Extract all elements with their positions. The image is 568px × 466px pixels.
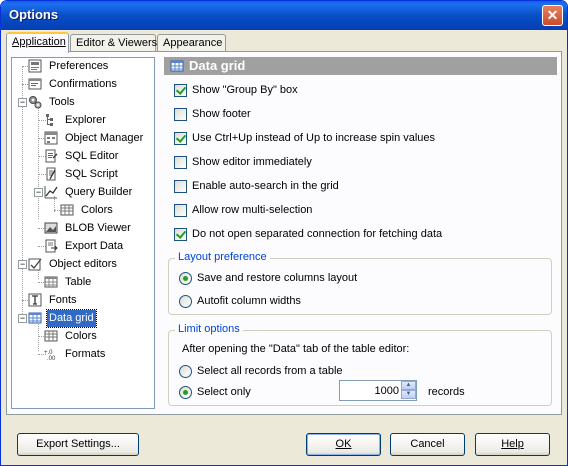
colors-icon <box>60 204 74 216</box>
object-manager-icon <box>44 131 58 145</box>
tree-item-label: Query Builder <box>65 186 133 198</box>
query-builder-icon <box>44 186 58 199</box>
radio-dot[interactable] <box>179 365 192 378</box>
tree-item-label: Tools <box>49 96 75 108</box>
tree-item-label: Fonts <box>49 294 77 306</box>
checkbox-label: Enable auto-search in the grid <box>192 180 339 192</box>
colors-icon <box>44 330 58 342</box>
radio-label: Autofit column widths <box>197 295 301 307</box>
tree-item-label: Formats <box>65 348 106 360</box>
tree-item-label: BLOB Viewer <box>65 222 131 234</box>
explorer-icon <box>46 114 53 126</box>
confirmations-icon <box>28 78 42 90</box>
record-count-input[interactable] <box>341 382 401 399</box>
tree-item-label: Table <box>65 276 92 288</box>
cancel-button[interactable]: Cancel <box>390 433 465 456</box>
radio-dot[interactable] <box>179 386 192 399</box>
close-button[interactable]: ✕ <box>542 5 563 26</box>
tree-item-label: Data grid <box>46 309 97 328</box>
export-data-icon <box>45 239 58 253</box>
checkbox-box[interactable] <box>174 204 187 217</box>
cancel-label: Cancel <box>410 438 445 450</box>
close-icon: ✕ <box>546 7 559 23</box>
tools-icon <box>29 96 42 109</box>
tree-item-label: Object editors <box>49 258 117 270</box>
preferences-icon <box>28 59 42 73</box>
checkbox-label: Show "Group By" box <box>192 84 298 96</box>
spin-down-icon[interactable]: ▼ <box>401 390 416 399</box>
checkbox-box[interactable] <box>174 180 187 193</box>
checkbox-label: Show footer <box>192 108 251 120</box>
records-label: records <box>428 386 465 398</box>
data-grid-icon <box>28 312 42 324</box>
checkbox-label: Use Ctrl+Up instead of Up to increase sp… <box>192 132 436 144</box>
radio-dot[interactable] <box>179 295 192 308</box>
tab-appearance-label: Appearance <box>163 37 223 49</box>
table-icon <box>44 276 58 288</box>
export-settings-label: Export Settings... <box>36 438 120 450</box>
blob-viewer-icon <box>44 222 58 234</box>
tree-item-label: Confirmations <box>49 78 117 90</box>
tree-item-label: Export Data <box>65 240 124 252</box>
tab-editor-viewers-label: Editor & Viewers <box>76 37 158 49</box>
data-grid-collapse-toggle[interactable]: − <box>18 314 27 323</box>
checkbox-box[interactable] <box>174 228 187 241</box>
pane-header: Data grid <box>164 57 557 75</box>
layout-preference-group: Layout preference Save and restore colum… <box>168 251 552 315</box>
checkbox-label: Show editor immediately <box>192 156 312 168</box>
svg-text:.00: .00 <box>47 356 56 361</box>
help-button[interactable]: Help <box>475 433 550 456</box>
tree-item-label: SQL Editor <box>65 150 119 162</box>
tab-application-label: Application <box>12 36 66 48</box>
checkbox-box[interactable] <box>174 84 187 97</box>
ok-button[interactable]: OK <box>306 433 381 456</box>
pane-title: Data grid <box>189 58 246 73</box>
tree-item-label: Object Manager <box>65 132 144 144</box>
tree-item-label: SQL Script <box>65 168 118 180</box>
fonts-icon <box>28 293 42 307</box>
data-grid-icon <box>170 60 184 72</box>
object-editors-collapse-toggle[interactable]: − <box>18 260 27 269</box>
tab-application[interactable]: Application <box>6 32 69 53</box>
radio-dot[interactable] <box>179 272 192 285</box>
limit-options-title: Limit options <box>175 323 243 335</box>
sql-script-icon <box>46 167 56 181</box>
limit-description: After opening the "Data" tab of the tabl… <box>182 343 410 355</box>
tab-panel: − − − − Preferences Confirmations Tools … <box>6 51 562 415</box>
help-label: Help <box>501 438 524 450</box>
query-builder-collapse-toggle[interactable]: − <box>34 188 43 197</box>
tree-item-label: Explorer <box>65 114 106 126</box>
ok-label: OK <box>335 438 352 450</box>
tree-item-label: Preferences <box>49 60 109 72</box>
options-tree[interactable]: − − − − Preferences Confirmations Tools … <box>11 57 155 409</box>
tab-appearance[interactable]: Appearance <box>157 34 226 52</box>
checkbox-label: Do not open separated connection for fet… <box>192 228 443 240</box>
checkbox-box[interactable] <box>174 132 187 145</box>
radio-label: Save and restore columns layout <box>197 272 358 284</box>
title-bar[interactable]: Options ✕ <box>1 1 567 30</box>
object-editors-icon <box>28 258 42 271</box>
checkbox-box[interactable] <box>174 156 187 169</box>
export-settings-button[interactable]: Export Settings... <box>17 433 139 456</box>
tree-item-label: Colors <box>65 330 97 342</box>
tree-item-label: Colors <box>81 204 113 216</box>
tab-editor-viewers[interactable]: Editor & Viewers <box>70 34 158 52</box>
tools-collapse-toggle[interactable]: − <box>18 98 27 107</box>
checkbox-box[interactable] <box>174 108 187 121</box>
spin-up-icon[interactable]: ▲ <box>401 381 416 390</box>
radio-label: Select only <box>197 386 251 398</box>
checkbox-label: Allow row multi-selection <box>192 204 313 216</box>
window-title: Options <box>9 7 59 22</box>
layout-preference-title: Layout preference <box>175 251 270 263</box>
options-window: Options ✕ Application Editor & Viewers A… <box>0 0 568 466</box>
radio-label: Select all records from a table <box>197 365 343 377</box>
formats-icon: +.0.00 <box>44 350 56 361</box>
record-count-spin[interactable]: ▲ ▼ <box>339 380 417 401</box>
sql-editor-icon <box>45 149 58 163</box>
